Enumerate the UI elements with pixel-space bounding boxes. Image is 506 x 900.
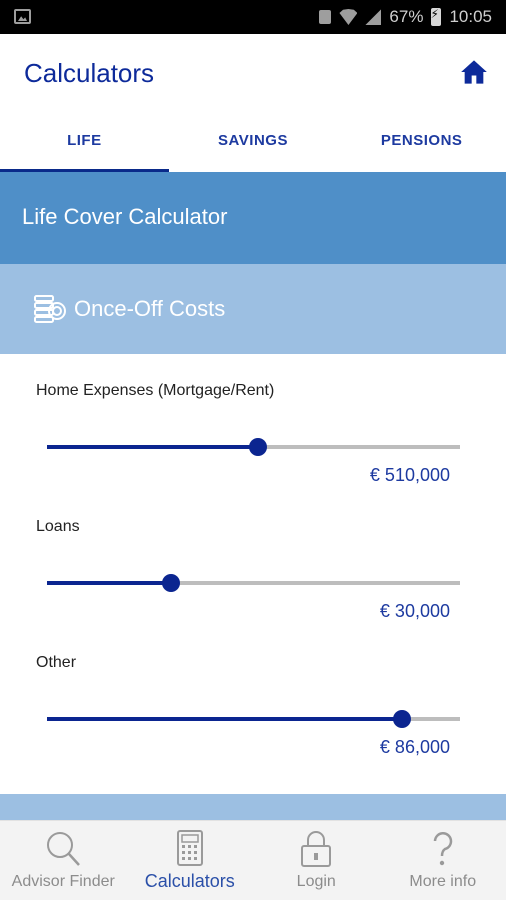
- clock: 10:05: [449, 7, 492, 26]
- tab-bar: LIFE SAVINGS PENSIONS: [0, 116, 506, 172]
- tab-life[interactable]: LIFE: [0, 116, 169, 172]
- slider-label: Loans: [36, 518, 80, 535]
- next-section-header[interactable]: [0, 794, 506, 820]
- page-title: Calculators: [24, 58, 155, 88]
- nav-label: More info: [409, 873, 477, 890]
- slider-track[interactable]: [47, 574, 460, 592]
- status-bar: 67% 10:05: [0, 0, 506, 34]
- slider-label: Other: [36, 654, 77, 671]
- tab-pensions[interactable]: PENSIONS: [337, 116, 506, 172]
- slider-track[interactable]: [47, 710, 460, 728]
- nav-login[interactable]: Login: [253, 821, 380, 900]
- home-icon[interactable]: [460, 58, 488, 86]
- battery-percent: 67%: [389, 7, 424, 26]
- calculator-title: Life Cover Calculator: [22, 204, 228, 229]
- coins-icon: [34, 295, 66, 323]
- slider-fill: [47, 581, 171, 585]
- slider-value: € 86,000: [379, 737, 450, 757]
- image-notification-icon: [14, 9, 31, 24]
- lock-icon: [301, 831, 332, 867]
- slider-thumb[interactable]: [161, 574, 180, 592]
- nav-calculators[interactable]: Calculators: [127, 821, 254, 900]
- vibrate-icon: [319, 10, 332, 24]
- nav-advisor-finder[interactable]: Advisor Finder: [0, 821, 127, 900]
- battery-icon: [430, 7, 442, 26]
- calculator-header: Life Cover Calculator: [0, 172, 506, 264]
- app-bar: Calculators: [0, 34, 506, 116]
- slider-thumb[interactable]: [248, 438, 267, 456]
- slider-value: € 510,000: [369, 465, 450, 485]
- nav-more-info[interactable]: More info: [380, 821, 506, 900]
- slider-value: € 30,000: [379, 601, 450, 621]
- slider-track[interactable]: [47, 438, 460, 456]
- nav-label: Login: [296, 873, 336, 890]
- section-header[interactable]: Once-Off Costs: [0, 264, 506, 354]
- nav-label: Calculators: [144, 871, 235, 891]
- calculator-icon: [176, 830, 203, 866]
- nav-label: Advisor Finder: [11, 873, 115, 890]
- slider-fill: [47, 445, 258, 449]
- bottom-navigation: Advisor Finder Calculators Login More in…: [0, 820, 506, 900]
- slider-panel: Home Expenses (Mortgage/Rent) € 510,000 …: [0, 354, 506, 794]
- slider-thumb[interactable]: [393, 710, 412, 728]
- wifi-icon: [339, 9, 358, 25]
- status-icons: 67% 10:05: [319, 6, 492, 28]
- slider-label: Home Expenses (Mortgage/Rent): [36, 382, 275, 399]
- signal-icon: [365, 9, 382, 25]
- tab-savings[interactable]: SAVINGS: [169, 116, 338, 172]
- slider-fill: [47, 717, 403, 721]
- section-title: Once-Off Costs: [74, 296, 226, 321]
- question-icon: [433, 832, 452, 866]
- search-icon: [47, 832, 81, 866]
